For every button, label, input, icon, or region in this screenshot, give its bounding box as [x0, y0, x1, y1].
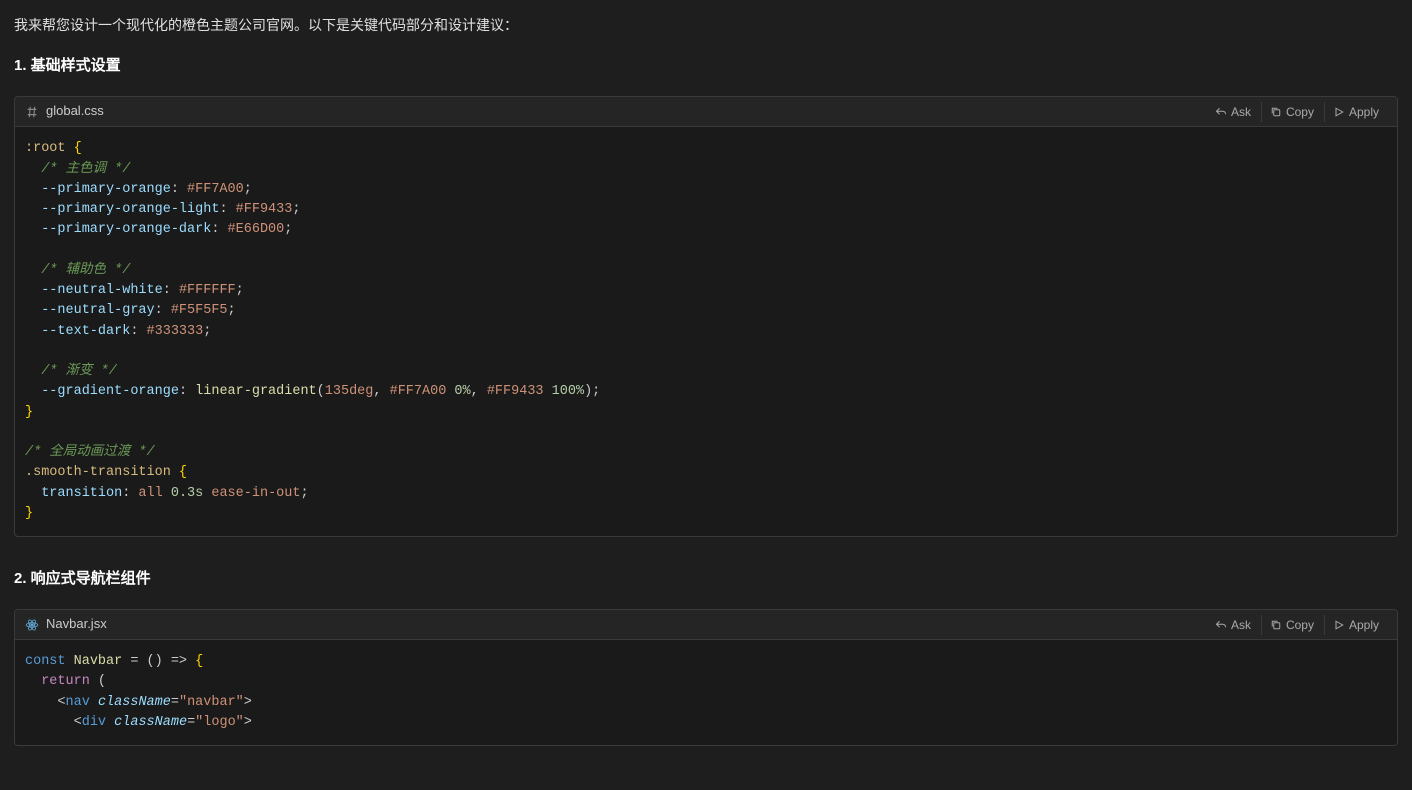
- copy-button[interactable]: Copy: [1261, 615, 1322, 635]
- play-icon: [1333, 106, 1345, 118]
- file-info: global.css: [25, 101, 104, 122]
- apply-label: Apply: [1349, 618, 1379, 632]
- hash-icon: [25, 105, 39, 119]
- code-actions: Ask Copy Apply: [1207, 102, 1387, 122]
- filename-label: Navbar.jsx: [46, 614, 107, 635]
- copy-label: Copy: [1286, 105, 1314, 119]
- reply-icon: [1215, 106, 1227, 118]
- code-header: Navbar.jsx Ask Copy Apply: [15, 610, 1397, 640]
- file-info: Navbar.jsx: [25, 614, 107, 635]
- ask-label: Ask: [1231, 618, 1251, 632]
- filename-label: global.css: [46, 101, 104, 122]
- ask-button[interactable]: Ask: [1207, 102, 1259, 122]
- apply-button[interactable]: Apply: [1324, 615, 1387, 635]
- reply-icon: [1215, 619, 1227, 631]
- copy-button[interactable]: Copy: [1261, 102, 1322, 122]
- apply-button[interactable]: Apply: [1324, 102, 1387, 122]
- code-block-global-css: global.css Ask Copy Apply :root { /* 主色调…: [14, 96, 1398, 537]
- copy-icon: [1270, 106, 1282, 118]
- code-header: global.css Ask Copy Apply: [15, 97, 1397, 127]
- code-body[interactable]: const Navbar = () => { return ( <nav cla…: [15, 640, 1397, 745]
- copy-icon: [1270, 619, 1282, 631]
- section-2-heading: 2. 响应式导航栏组件: [14, 567, 1398, 591]
- code-block-navbar-jsx: Navbar.jsx Ask Copy Apply const Navbar =…: [14, 609, 1398, 746]
- ask-label: Ask: [1231, 105, 1251, 119]
- section-1-heading: 1. 基础样式设置: [14, 54, 1398, 78]
- play-icon: [1333, 619, 1345, 631]
- intro-text: 我来帮您设计一个现代化的橙色主题公司官网。以下是关键代码部分和设计建议：: [14, 14, 1398, 36]
- code-body[interactable]: :root { /* 主色调 */ --primary-orange: #FF7…: [15, 127, 1397, 536]
- copy-label: Copy: [1286, 618, 1314, 632]
- ask-button[interactable]: Ask: [1207, 615, 1259, 635]
- code-actions: Ask Copy Apply: [1207, 615, 1387, 635]
- react-icon: [25, 618, 39, 632]
- apply-label: Apply: [1349, 105, 1379, 119]
